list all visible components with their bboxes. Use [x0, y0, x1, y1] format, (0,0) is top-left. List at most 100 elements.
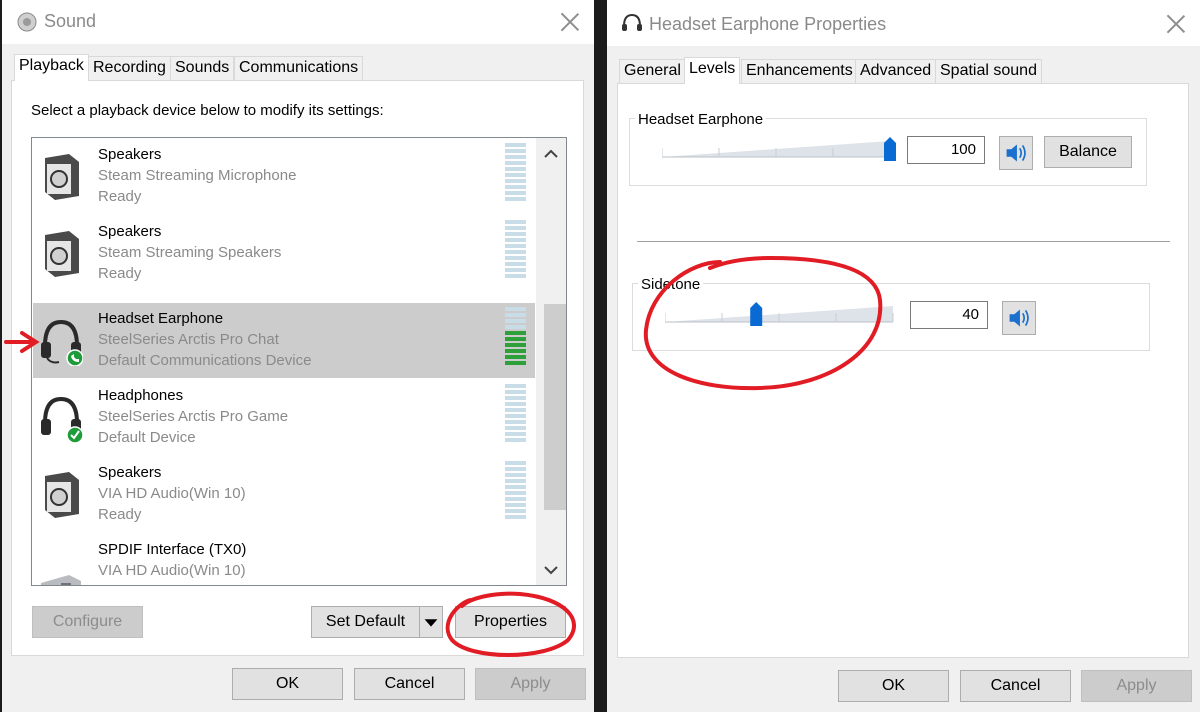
set-default-dropdown[interactable] [419, 606, 443, 638]
cancel-button[interactable]: Cancel [354, 668, 465, 700]
level-meter [505, 220, 526, 278]
properties-titlebar: Headset Earphone Properties [607, 0, 1200, 46]
meter-bar [505, 307, 526, 311]
sidetone-value-field[interactable]: 40 [910, 301, 988, 329]
close-button[interactable] [559, 11, 581, 33]
device-list[interactable]: Speakers Steam Streaming Microphone Read… [31, 137, 567, 586]
meter-bar [505, 343, 526, 347]
meter-bar [505, 325, 526, 329]
meter-bar [505, 390, 526, 394]
level-label: Headset Earphone [635, 111, 767, 128]
scroll-up-icon[interactable] [541, 144, 561, 164]
meter-bar [505, 467, 526, 471]
meter-bar [505, 414, 526, 418]
level-meter [505, 384, 526, 442]
device-name: Speakers [98, 464, 162, 481]
meter-bar [505, 337, 526, 341]
level-meter [505, 307, 526, 365]
meter-bar [505, 426, 526, 430]
ok-button[interactable]: OK [838, 670, 949, 702]
speaker-volume-icon [1006, 144, 1026, 162]
headset-title-icon [622, 13, 642, 31]
device-list-scrollbar[interactable] [536, 138, 566, 585]
meter-bar [505, 438, 526, 442]
device-name: Speakers [98, 223, 162, 240]
meter-bar [505, 515, 526, 519]
apply-button[interactable]: Apply [1081, 670, 1192, 702]
meter-bar [505, 191, 526, 195]
sound-window: Sound Playback Recording Sounds Communic… [2, 0, 594, 712]
tab-general[interactable]: General [619, 59, 686, 83]
headphones-icon [41, 396, 83, 443]
tab-enhancements[interactable]: Enhancements [741, 59, 858, 83]
device-item[interactable]: Speakers Steam Streaming Microphone Read… [33, 139, 535, 214]
level-meter [505, 461, 526, 519]
meter-bar [505, 461, 526, 465]
slider-thumb [884, 137, 896, 161]
tab-sounds[interactable]: Sounds [170, 56, 235, 80]
device-description: Steam Streaming Microphone [98, 167, 297, 184]
meter-bar [505, 197, 526, 201]
properties-button[interactable]: Properties [455, 606, 566, 638]
scroll-thumb[interactable] [544, 304, 566, 510]
device-item-selected[interactable]: Headset Earphone SteelSeries Arctis Pro … [33, 303, 535, 378]
meter-bar [505, 244, 526, 248]
spdif-icon [41, 575, 81, 585]
meter-bar [505, 155, 526, 159]
device-name: Headphones [98, 387, 184, 404]
meter-bar [505, 432, 526, 436]
meter-bar [505, 497, 526, 501]
device-status: Default Device [98, 429, 196, 446]
close-button[interactable] [1165, 13, 1187, 35]
tab-communications[interactable]: Communications [234, 56, 364, 80]
device-item[interactable]: SPDIF Interface (TX0) VIA HD Audio(Win 1… [33, 534, 535, 585]
speaker-icon [45, 231, 79, 277]
window-title: Sound [44, 11, 97, 31]
tab-spatial-sound[interactable]: Spatial sound [935, 59, 1042, 83]
meter-bar [505, 149, 526, 153]
meter-bar [505, 473, 526, 477]
device-description: Steam Streaming Speakers [98, 244, 282, 261]
tab-advanced[interactable]: Advanced [855, 59, 937, 83]
meter-bar [505, 173, 526, 177]
balance-button[interactable]: Balance [1044, 136, 1132, 168]
meter-bar [505, 509, 526, 513]
level-meter [505, 143, 526, 201]
configure-button[interactable]: Configure [32, 606, 143, 638]
scroll-down-icon[interactable] [541, 560, 561, 580]
device-name: Headset Earphone [98, 310, 224, 327]
set-default-button[interactable]: Set Default [311, 606, 420, 638]
volume-value-field[interactable]: 100 [907, 136, 985, 164]
meter-bar [505, 268, 526, 272]
device-item[interactable]: Speakers VIA HD Audio(Win 10) Ready [33, 457, 535, 532]
mute-button[interactable] [999, 136, 1033, 170]
meter-bar [505, 408, 526, 412]
meter-bar [505, 319, 526, 323]
tab-levels[interactable]: Levels [684, 57, 741, 84]
meter-bar [505, 485, 526, 489]
tab-recording[interactable]: Recording [88, 56, 171, 80]
volume-slider[interactable] [662, 137, 902, 161]
apply-button[interactable]: Apply [475, 668, 586, 700]
window-title: Headset Earphone Properties [649, 14, 887, 34]
device-item[interactable]: Speakers Steam Streaming Speakers Ready [33, 216, 535, 291]
tab-playback[interactable]: Playback [14, 54, 89, 81]
speaker-icon [45, 154, 79, 200]
device-item[interactable]: Headphones SteelSeries Arctis Pro Game D… [33, 380, 535, 455]
meter-bar [505, 161, 526, 165]
meter-bar [505, 491, 526, 495]
mute-button[interactable] [1002, 301, 1036, 335]
meter-bar [505, 256, 526, 260]
meter-bar [505, 185, 526, 189]
meter-bar [505, 384, 526, 388]
sidetone-slider[interactable] [665, 302, 905, 326]
cancel-button[interactable]: Cancel [960, 670, 1071, 702]
ok-button[interactable]: OK [232, 668, 343, 700]
speaker-volume-icon [1009, 309, 1029, 327]
device-name: Speakers [98, 146, 162, 163]
device-status: Default Communications Device [98, 352, 312, 369]
meter-bar [505, 355, 526, 359]
speaker-icon [45, 472, 79, 518]
meter-bar [505, 331, 526, 335]
device-description: VIA HD Audio(Win 10) [98, 485, 246, 502]
